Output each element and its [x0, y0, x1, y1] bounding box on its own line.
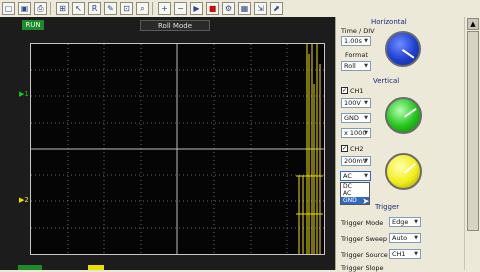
chevron-down-icon: ▼	[414, 251, 418, 257]
scroll-up-icon[interactable]: ▲	[467, 18, 479, 30]
ch2-coupling-value: AC	[343, 172, 352, 180]
time-div-label: Time / DIV	[341, 27, 375, 35]
ch2-coupling-select[interactable]: AC ▼	[340, 171, 371, 181]
format-value: Roll	[344, 62, 356, 70]
ch1-probe-select[interactable]: x 1000 ▼	[341, 128, 371, 138]
ch2-status-chip	[88, 265, 104, 270]
calibrate-icon[interactable]: ⇲	[254, 2, 267, 15]
trigger-source-select[interactable]: CH1 ▼	[389, 249, 421, 259]
export-icon[interactable]: ⬈	[270, 2, 283, 15]
pointer-icon[interactable]: ↖	[72, 2, 85, 15]
ch1-label: CH1	[350, 87, 364, 95]
ch2-volts-knob[interactable]	[385, 153, 422, 190]
trigger-section-title: Trigger	[375, 203, 400, 211]
ch2-marker-label: 2	[24, 196, 29, 204]
time-div-select[interactable]: 1.00s ▼	[341, 36, 371, 46]
grid-icon[interactable]: ▦	[238, 2, 251, 15]
chevron-down-icon: ▼	[364, 38, 368, 44]
trigger-mode-value: Edge	[392, 218, 409, 226]
trigger-mode-label: Trigger Mode	[341, 219, 384, 227]
zoom-out-icon[interactable]: −	[174, 2, 187, 15]
toolbar-separator	[50, 2, 51, 15]
waveform-grid[interactable]	[30, 43, 325, 255]
chevron-down-icon: ▼	[364, 100, 368, 106]
ch1-volts-select[interactable]: 100V ▼	[341, 98, 371, 108]
cursor-icon[interactable]: ✎	[104, 2, 117, 15]
trigger-sweep-label: Trigger Sweep	[341, 235, 388, 243]
format-select[interactable]: Roll ▼	[341, 61, 371, 71]
time-div-value: 1.00s	[344, 37, 362, 45]
trigger-slope-label: Trigger Slope	[341, 264, 384, 272]
ch1-checkbox[interactable]: ✓	[341, 87, 348, 94]
ch2-checkbox[interactable]: ✓	[341, 145, 348, 152]
chevron-down-icon: ▼	[414, 219, 418, 225]
time-div-knob[interactable]	[385, 31, 421, 67]
zoom-icon[interactable]: ⌕	[136, 2, 149, 15]
toolbar: ▢ ▣ ⎙ ⊞ ↖ R ✎ ⊡ ⌕ + − ▶ ■ ⚙ ▦ ⇲ ⬈	[0, 0, 480, 18]
chevron-down-icon: ▼	[364, 173, 368, 179]
knob-pointer	[404, 107, 417, 118]
chevron-down-icon: ▼	[364, 130, 368, 136]
ch1-marker-label: 1	[24, 90, 29, 98]
dropdown-option-ac[interactable]: AC	[341, 190, 369, 197]
measure-icon[interactable]: ⊡	[120, 2, 133, 15]
mode-label: Roll Mode	[140, 20, 210, 31]
ch1-coupling-select[interactable]: GND ▼	[341, 113, 371, 123]
chevron-down-icon: ▼	[364, 158, 368, 164]
ch1-level-marker[interactable]: ▶1	[19, 90, 29, 98]
vertical-section-title: Vertical	[373, 77, 400, 85]
chevron-down-icon: ▼	[364, 63, 368, 69]
ch1-volts-value: 100V	[344, 99, 361, 107]
stop-icon[interactable]: ■	[206, 2, 219, 15]
format-label: Format	[345, 51, 368, 59]
mouse-pointer-icon: ➤	[362, 197, 370, 207]
ch1-volts-knob[interactable]	[385, 97, 422, 134]
new-icon[interactable]: ▢	[2, 2, 15, 15]
trigger-sweep-value: Auto	[392, 234, 408, 242]
ch1-coupling-value: GND	[344, 114, 359, 122]
run-icon[interactable]: ▶	[190, 2, 203, 15]
waveform-svg	[31, 44, 324, 254]
horizontal-section-title: Horizontal	[371, 18, 407, 26]
ch2-level-marker[interactable]: ▶2	[19, 196, 29, 204]
ch2-volts-select[interactable]: 200mV ▼	[341, 156, 371, 166]
ch2-label: CH2	[350, 145, 364, 153]
toolbar-separator	[152, 2, 153, 15]
trigger-mode-select[interactable]: Edge ▼	[389, 217, 421, 227]
dropdown-option-dc[interactable]: DC	[341, 183, 369, 190]
trigger-sweep-select[interactable]: Auto ▼	[389, 233, 421, 243]
chevron-down-icon: ▼	[364, 115, 368, 121]
ch1-status-chip	[18, 265, 42, 270]
knob-pointer	[401, 49, 415, 59]
trigger-source-label: Trigger Source	[341, 251, 388, 259]
panel-scrollbar[interactable]: ▲	[464, 17, 480, 270]
trigger-source-value: CH1	[392, 250, 406, 258]
ruler-icon[interactable]: R	[88, 2, 101, 15]
chevron-down-icon: ▼	[414, 235, 418, 241]
save-icon[interactable]: ▣	[18, 2, 31, 15]
knob-pointer	[404, 163, 417, 174]
settings-icon[interactable]: ⚙	[222, 2, 235, 15]
zoom-in-icon[interactable]: +	[158, 2, 171, 15]
scroll-thumb[interactable]	[467, 31, 479, 231]
run-status-badge: RUN	[22, 20, 44, 30]
select-icon[interactable]: ⊞	[56, 2, 69, 15]
print-icon[interactable]: ⎙	[34, 2, 47, 15]
